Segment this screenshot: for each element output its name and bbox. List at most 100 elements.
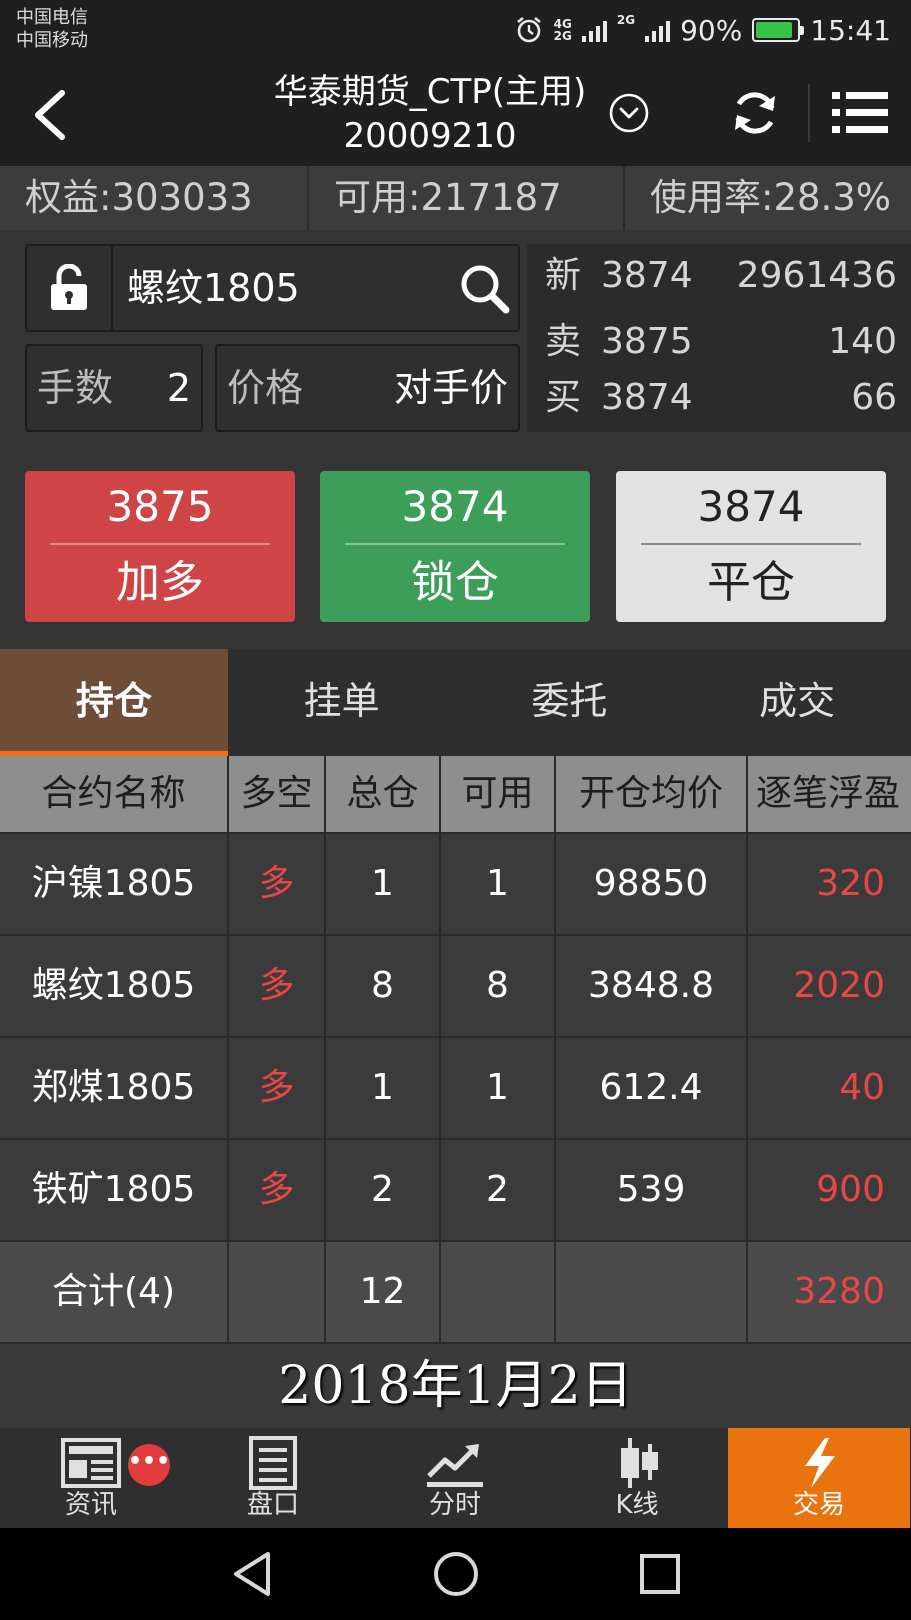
network-labels: 4G 2G <box>554 18 572 42</box>
lock-label: 锁仓 <box>411 557 499 608</box>
nav-kline-label: K线 <box>615 1490 659 1520</box>
table-row[interactable]: 沪镍1805 多 1 1 98850 320 <box>0 834 911 936</box>
network-label-2g: 2G <box>553 29 572 43</box>
col-contract-name: 合约名称 <box>0 756 229 832</box>
nav-kline[interactable]: K线 <box>546 1428 728 1528</box>
tab-positions[interactable]: 持仓 <box>0 649 228 756</box>
equity-value: 权益:303033 <box>0 166 309 230</box>
quote-ask-label: 卖 <box>545 321 582 362</box>
cell-avg-price: 3848.8 <box>556 936 748 1036</box>
col-floating-pnl: 逐笔浮盈 <box>756 773 901 814</box>
quote-ask-row: 卖 3875 140 <box>545 314 897 370</box>
search-icon[interactable] <box>458 262 510 314</box>
trade-actions: 3875 加多 3874 锁仓 3874 平仓 <box>0 435 911 649</box>
refresh-icon[interactable] <box>728 86 782 140</box>
col-side: 多空 <box>229 756 326 832</box>
cell-side: 多 <box>229 1038 326 1138</box>
quote-bid-volume: 66 <box>851 377 897 418</box>
quantity-value[interactable]: 2 <box>167 346 191 430</box>
close-position-button[interactable]: 3874 平仓 <box>616 471 886 622</box>
nav-news-label: 资讯 <box>64 1490 117 1520</box>
buy-label: 加多 <box>116 557 204 608</box>
table-total-row: 合计(4) 12 3280 <box>0 1242 911 1344</box>
position-tabs: 持仓 挂单 委托 成交 <box>0 649 911 756</box>
quantity-field[interactable]: 手数 2 <box>25 344 203 432</box>
system-home-icon[interactable] <box>428 1546 484 1602</box>
buy-long-button[interactable]: 3875 加多 <box>25 471 295 622</box>
quote-ask-volume: 140 <box>828 321 897 362</box>
quote-panel: 新 3874 2961436 卖 3875 140 买 3874 66 <box>527 244 911 432</box>
nav-order-book[interactable]: 盘口 <box>182 1428 364 1528</box>
status-bar: 中国电信 中国移动 4G 2G 2G 90% 15:41 <box>0 0 911 62</box>
quote-last-row: 新 3874 2961436 <box>545 248 897 304</box>
table-row[interactable]: 郑煤1805 多 1 1 612.4 40 <box>0 1038 911 1140</box>
news-badge: ••• <box>128 1444 170 1486</box>
tab-orders[interactable]: 委托 <box>456 649 684 756</box>
cell-side: 多 <box>229 936 326 1036</box>
contract-input[interactable]: 螺纹1805 <box>127 246 300 330</box>
nav-order-book-label: 盘口 <box>246 1490 299 1520</box>
available-value: 可用:217187 <box>309 166 625 230</box>
menu-list-icon[interactable] <box>832 88 888 138</box>
cell-avg-price: 98850 <box>556 834 748 934</box>
cell-avg-price: 539 <box>556 1140 748 1240</box>
battery-percent: 90% <box>680 13 743 47</box>
quote-last-label: 新 <box>545 255 582 296</box>
nav-trade-label: 交易 <box>792 1490 845 1520</box>
title-block[interactable]: 华泰期货_CTP(主用) 20009210 <box>230 70 630 158</box>
bottom-nav: ••• 资讯 盘口 分时 K线 交易 <box>0 1428 911 1528</box>
nav-trade[interactable]: 交易 <box>728 1428 910 1528</box>
cell-side: 多 <box>229 1140 326 1240</box>
account-summary: 权益:303033 可用:217187 使用率:28.3% <box>0 166 911 230</box>
cell-avg-price: 612.4 <box>556 1038 748 1138</box>
price-type-value[interactable]: 对手价 <box>394 346 508 430</box>
usage-rate-value: 使用率:28.3% <box>650 176 892 219</box>
total-pnl: 3280 <box>793 1271 885 1312</box>
table-row[interactable]: 铁矿1805 多 2 2 539 900 <box>0 1140 911 1242</box>
col-avg-price: 开仓均价 <box>556 756 748 832</box>
alarm-icon <box>516 16 541 43</box>
cell-contract: 沪镍1805 <box>0 834 229 934</box>
cell-available: 1 <box>441 834 556 934</box>
order-panel: 螺纹1805 手数 2 价格 对手价 新 3874 2961436 卖 3875… <box>0 230 911 435</box>
broker-title: 华泰期货_CTP(主用) <box>273 72 587 112</box>
system-back-icon[interactable] <box>224 1546 280 1602</box>
cell-pnl: 320 <box>816 863 885 904</box>
quote-bid-row: 买 3874 66 <box>545 370 897 426</box>
tab-trades[interactable]: 成交 <box>683 649 911 756</box>
contract-search-box[interactable]: 螺纹1805 <box>25 244 520 332</box>
nav-news[interactable]: ••• 资讯 <box>0 1428 182 1528</box>
battery-charging-icon <box>752 18 805 42</box>
network-label-2g-secondary: 2G <box>616 13 636 27</box>
cell-total: 1 <box>326 1038 441 1138</box>
price-field[interactable]: 价格 对手价 <box>215 344 520 432</box>
tab-pending-orders[interactable]: 挂单 <box>228 649 456 756</box>
quote-bid-label: 买 <box>545 377 582 418</box>
account-id: 20009210 <box>343 116 517 156</box>
nav-intraday[interactable]: 分时 <box>364 1428 546 1528</box>
price-label: 价格 <box>227 366 304 410</box>
total-avg <box>556 1242 748 1342</box>
nav-intraday-label: 分时 <box>428 1490 481 1520</box>
system-recents-icon[interactable] <box>632 1546 688 1602</box>
signal-icon <box>581 18 607 42</box>
table-row[interactable]: 螺纹1805 多 8 8 3848.8 2020 <box>0 936 911 1038</box>
unlock-button[interactable] <box>27 246 113 330</box>
status-icons: 4G 2G 2G 90% 15:41 <box>514 10 891 50</box>
cell-contract: 螺纹1805 <box>0 936 229 1036</box>
chevron-down-circle-icon[interactable] <box>608 92 650 134</box>
lock-position-button[interactable]: 3874 锁仓 <box>320 471 590 622</box>
col-available: 可用 <box>441 756 556 832</box>
close-label: 平仓 <box>707 557 795 608</box>
total-count: 12 <box>326 1242 441 1342</box>
carrier-labels: 中国电信 中国移动 <box>16 6 88 52</box>
cell-pnl: 40 <box>839 1067 885 1108</box>
unlock-icon <box>51 264 87 310</box>
col-total: 总仓 <box>326 756 441 832</box>
clock: 15:41 <box>810 13 891 47</box>
cell-available: 8 <box>441 936 556 1036</box>
carrier-1: 中国电信 <box>16 7 88 28</box>
lightning-icon <box>805 1438 835 1488</box>
app-header: 华泰期货_CTP(主用) 20009210 <box>0 62 911 166</box>
back-button[interactable] <box>20 80 80 150</box>
